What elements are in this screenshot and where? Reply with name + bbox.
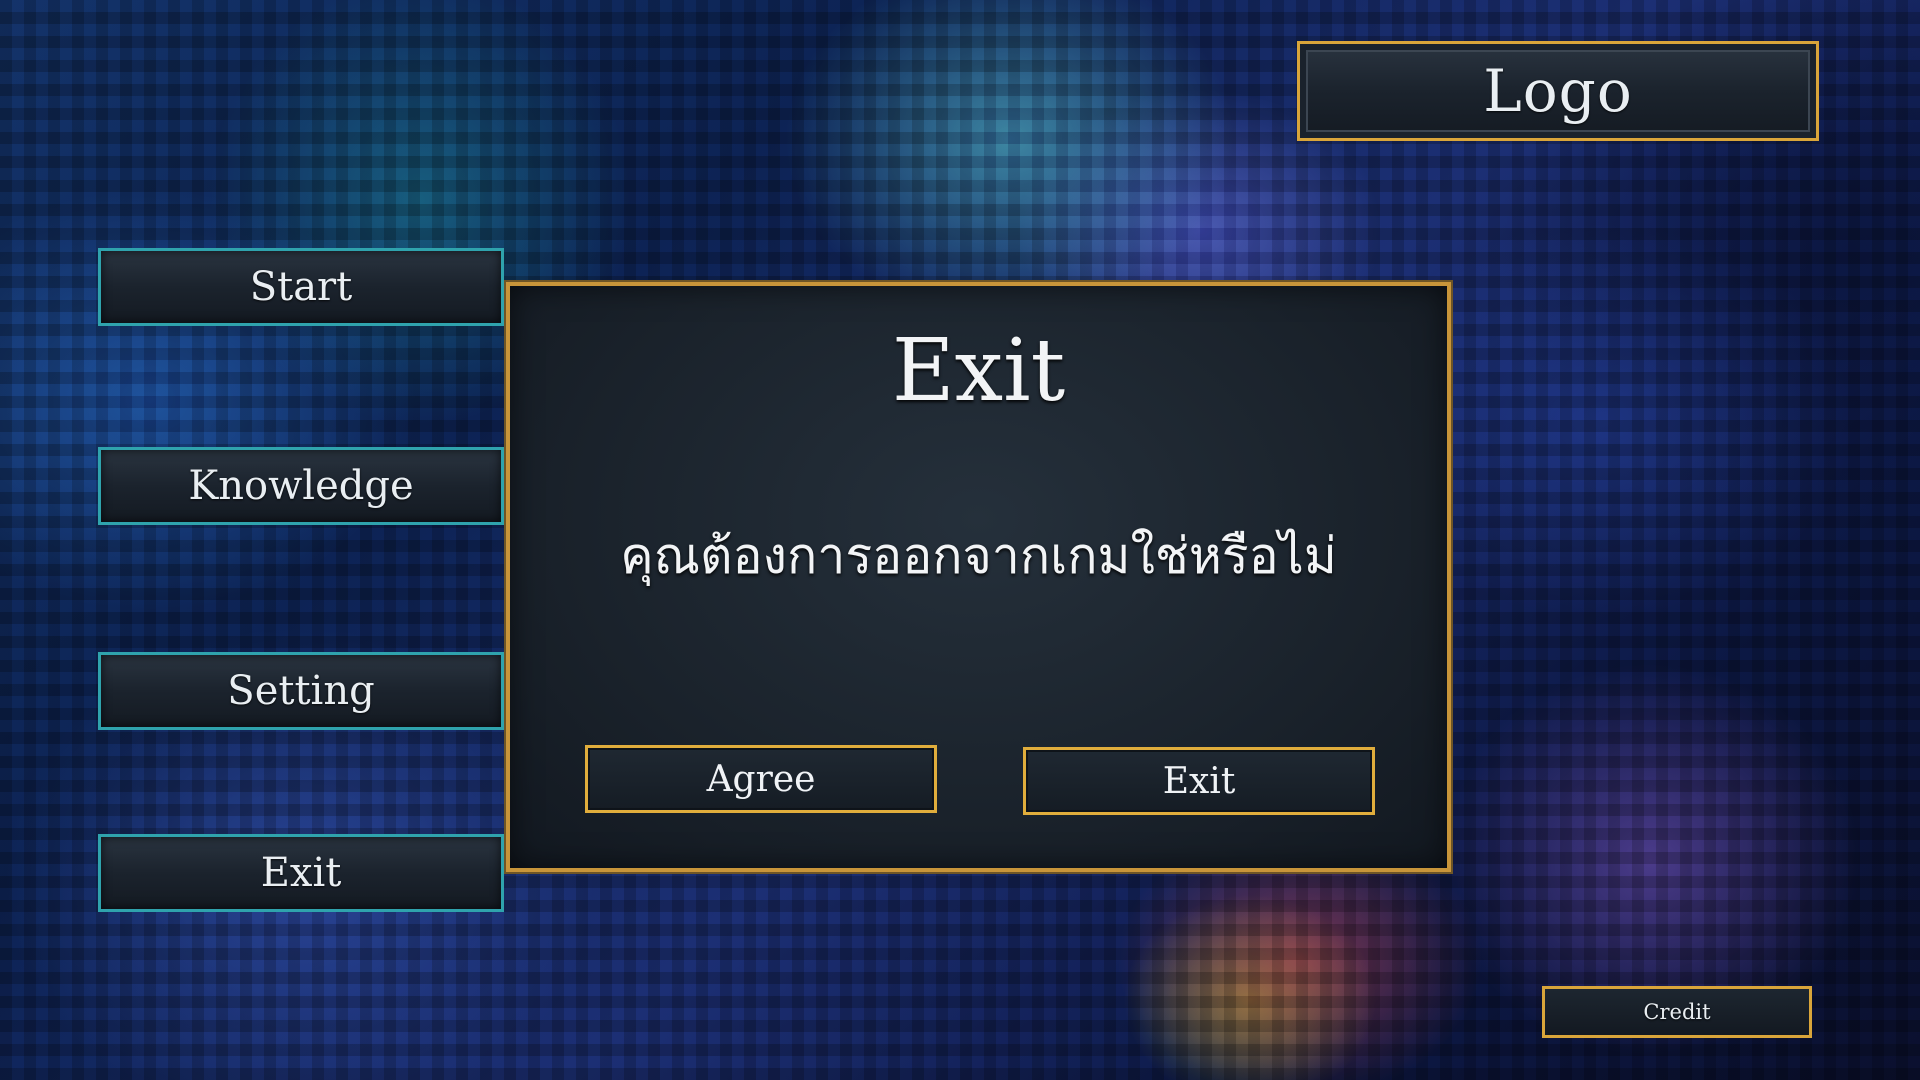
dialog-message: คุณต้องการออกจากเกมใช่หรือไม่	[620, 527, 1337, 585]
dialog-title: Exit	[891, 321, 1066, 421]
agree-button[interactable]: Agree	[585, 745, 937, 813]
exit-confirm-dialog: Exit คุณต้องการออกจากเกมใช่หรือไม่ Agree…	[506, 282, 1451, 872]
credit-button[interactable]: Credit	[1542, 986, 1812, 1038]
logo-placeholder: Logo	[1297, 41, 1819, 141]
knowledge-button-label: Knowledge	[188, 463, 414, 509]
start-button[interactable]: Start	[98, 248, 504, 326]
setting-button-label: Setting	[227, 668, 375, 714]
logo-label: Logo	[1483, 57, 1633, 125]
start-button-label: Start	[249, 264, 353, 310]
credit-button-label: Credit	[1643, 1000, 1711, 1024]
exit-menu-button-label: Exit	[260, 850, 342, 896]
knowledge-button[interactable]: Knowledge	[98, 447, 504, 525]
main-menu-screen: Logo Start Knowledge Setting Exit Exit ค…	[0, 0, 1920, 1080]
setting-button[interactable]: Setting	[98, 652, 504, 730]
agree-button-label: Agree	[706, 758, 816, 800]
dialog-exit-button-label: Exit	[1162, 760, 1236, 802]
dialog-exit-button[interactable]: Exit	[1023, 747, 1375, 815]
exit-menu-button[interactable]: Exit	[98, 834, 504, 912]
